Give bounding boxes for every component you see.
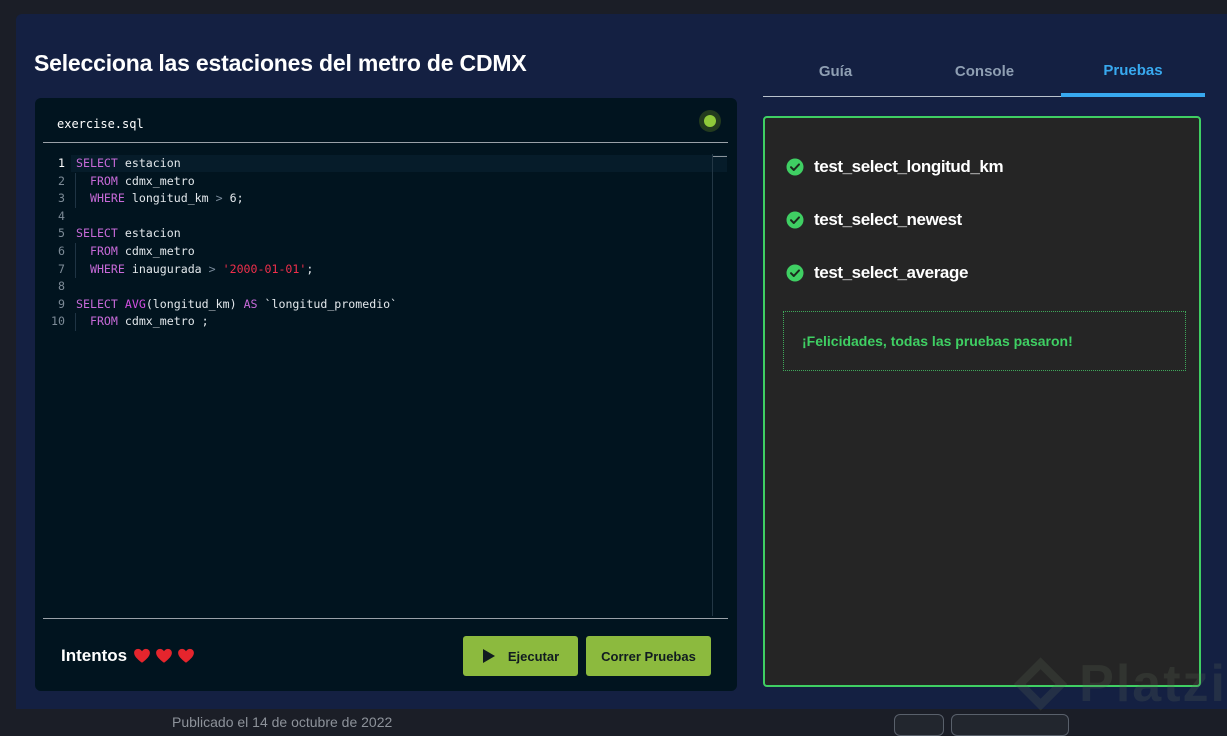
code-line[interactable]: 8 xyxy=(43,278,76,295)
success-message: ¡Felicidades, todas las pruebas pasaron! xyxy=(783,311,1186,371)
code-token: SELECT xyxy=(76,156,118,170)
code-token: longitud_km xyxy=(124,191,216,206)
code-area[interactable]: 1 SELECT estacion 2 FROM cdmx_metro 3 WHERE… xyxy=(43,154,728,616)
heart-icon xyxy=(155,647,173,665)
code-line[interactable]: 7 WHERE inaugurada > '2000-01-01'; xyxy=(43,261,313,278)
platzi-logo-icon xyxy=(1013,657,1068,711)
code-editor-panel: exercise.sql 1 SELECT estacion 2 FROM cdmx… xyxy=(35,98,737,691)
code-token: `longitud_promedio` xyxy=(257,296,398,311)
run-button-label: Ejecutar xyxy=(507,648,560,664)
line-number: 10 xyxy=(51,314,65,329)
test-name: test_select_newest xyxy=(814,210,962,229)
code-token: cdmx_metro ; xyxy=(117,314,209,329)
code-token: cdmx_metro xyxy=(117,244,195,258)
tab-label: Console xyxy=(954,63,1015,80)
code-token: FROM xyxy=(76,173,118,188)
hearts-group xyxy=(133,647,199,665)
tab-guia[interactable]: Guía xyxy=(763,54,908,96)
run-tests-button-label: Correr Pruebas xyxy=(601,648,696,664)
scrollbar-thumb[interactable] xyxy=(713,156,727,157)
editor-divider xyxy=(43,618,728,619)
attempts-label: Intentos xyxy=(61,646,128,665)
code-token: estacion xyxy=(117,156,181,170)
code-token: FROM xyxy=(76,314,118,329)
active-tab-indicator xyxy=(1061,93,1205,97)
footer-button[interactable] xyxy=(951,714,1069,736)
code-token: SELECT xyxy=(76,296,125,311)
code-token: 6; xyxy=(222,191,244,206)
code-token: SELECT xyxy=(76,226,118,241)
code-token: (longitud_km) xyxy=(145,296,244,311)
footer-button[interactable] xyxy=(894,714,944,736)
test-result-item: test_select_average xyxy=(786,262,968,284)
code-token: > xyxy=(208,261,216,276)
line-number: 8 xyxy=(58,279,65,294)
attempts-counter: Intentos xyxy=(61,646,199,666)
code-token: AS xyxy=(243,296,258,311)
code-line[interactable]: 3 WHERE longitud_km > 6; xyxy=(43,190,244,207)
vertical-scrollbar[interactable] xyxy=(712,154,713,616)
editor-divider xyxy=(43,142,728,143)
tab-pruebas[interactable]: Pruebas xyxy=(1061,54,1205,96)
code-token: AVG xyxy=(124,296,146,311)
status-indicator-icon xyxy=(699,110,721,132)
code-token: ; xyxy=(306,261,314,276)
code-token: '2000-01-01' xyxy=(222,261,307,276)
indent-guide xyxy=(75,313,76,331)
heart-icon xyxy=(177,647,195,665)
check-circle-icon xyxy=(786,158,804,176)
line-number: 3 xyxy=(58,191,65,206)
tab-console[interactable]: Console xyxy=(911,54,1058,96)
platzi-watermark: Platzi xyxy=(1010,644,1227,724)
file-name-tab[interactable]: exercise.sql xyxy=(57,117,144,131)
watermark-text: Platzi xyxy=(1079,655,1227,713)
code-token: WHERE xyxy=(76,191,125,206)
code-token: estacion xyxy=(117,226,181,241)
tab-label: Guía xyxy=(818,63,853,80)
run-button[interactable]: Ejecutar xyxy=(463,636,578,676)
code-line[interactable]: 10 FROM cdmx_metro ; xyxy=(43,313,209,330)
line-number: 2 xyxy=(58,173,65,188)
code-line[interactable]: 5 SELECT estacion xyxy=(43,225,181,242)
test-results-panel: test_select_longitud_km test_select_newe… xyxy=(763,116,1201,687)
line-number: 4 xyxy=(58,208,65,223)
line-number: 1 xyxy=(58,156,65,170)
code-token: cdmx_metro xyxy=(117,173,195,188)
code-token: > xyxy=(215,191,223,206)
code-token: FROM xyxy=(76,244,118,258)
code-token: WHERE xyxy=(76,261,125,276)
heart-icon xyxy=(133,647,151,665)
check-circle-icon xyxy=(786,211,804,229)
indent-guide xyxy=(75,243,76,279)
test-name: test_select_longitud_km xyxy=(814,157,1004,176)
code-line[interactable]: 1 SELECT estacion xyxy=(43,155,181,172)
test-name: test_select_average xyxy=(814,263,969,282)
page-title: Selecciona las estaciones del metro de C… xyxy=(34,50,527,76)
play-icon xyxy=(482,649,495,663)
line-number: 6 xyxy=(58,244,65,258)
line-number: 7 xyxy=(58,261,65,276)
code-line[interactable]: 4 xyxy=(43,208,76,225)
code-line[interactable]: 9 SELECT AVG(longitud_km) AS `longitud_pr… xyxy=(43,296,397,313)
run-tests-button[interactable]: Correr Pruebas xyxy=(586,636,711,676)
published-date: Publicado el 14 de octubre de 2022 xyxy=(172,714,393,730)
line-number: 9 xyxy=(58,296,65,311)
test-result-item: test_select_newest xyxy=(786,209,962,231)
indent-guide xyxy=(75,172,76,208)
line-number: 5 xyxy=(58,226,65,241)
tab-label: Pruebas xyxy=(1103,62,1163,79)
code-line[interactable]: 2 FROM cdmx_metro xyxy=(43,173,195,190)
check-circle-icon xyxy=(786,264,804,282)
code-line[interactable]: 6 FROM cdmx_metro xyxy=(43,243,195,260)
test-result-item: test_select_longitud_km xyxy=(786,156,1004,178)
results-tabs: Guía Console Pruebas xyxy=(763,54,1205,98)
code-token: inaugurada xyxy=(124,261,209,276)
